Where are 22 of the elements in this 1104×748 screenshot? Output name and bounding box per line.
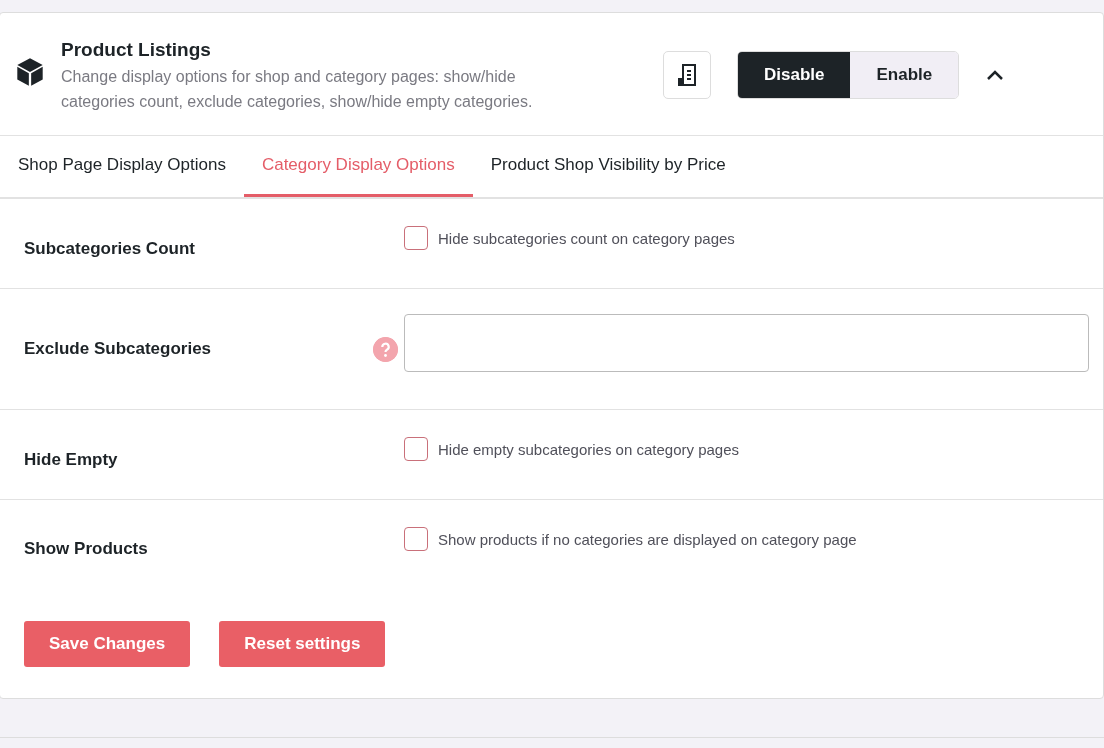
checkbox[interactable]	[404, 437, 428, 461]
checkbox[interactable]	[404, 226, 428, 250]
document-icon-button[interactable]	[663, 51, 711, 99]
setting-label: Subcategories Count	[24, 238, 195, 259]
document-icon	[677, 64, 697, 86]
tab[interactable]: Category Display Options	[243, 136, 473, 197]
checkbox-label: Hide subcategories count on category pages	[438, 229, 735, 247]
tab[interactable]: Shop Page Display Options	[0, 136, 244, 197]
section-description: Change display options for shop and category pages: show/hide categories count, exclude categories, show/hide empty categories.	[61, 67, 534, 112]
help-icon[interactable]	[373, 336, 398, 362]
checkbox[interactable]	[404, 527, 428, 551]
setting-label: Exclude Subcategories	[24, 339, 212, 359]
toggle-option[interactable]: Disable	[738, 52, 851, 98]
tab[interactable]: Product Shop Visibility by Price	[472, 136, 744, 197]
setting-label: Show Products	[24, 539, 148, 559]
checkbox-label: Hide empty subcategories on category pages	[438, 440, 739, 458]
setting-label: Hide Empty	[24, 449, 118, 470]
input-field[interactable]	[404, 314, 1089, 372]
cube-icon	[16, 57, 44, 87]
toggle-option[interactable]: Enable	[850, 52, 959, 98]
section-title: Product Listings	[61, 38, 212, 62]
checkbox-label: Show products if no categories are displayed on category page	[438, 530, 857, 548]
